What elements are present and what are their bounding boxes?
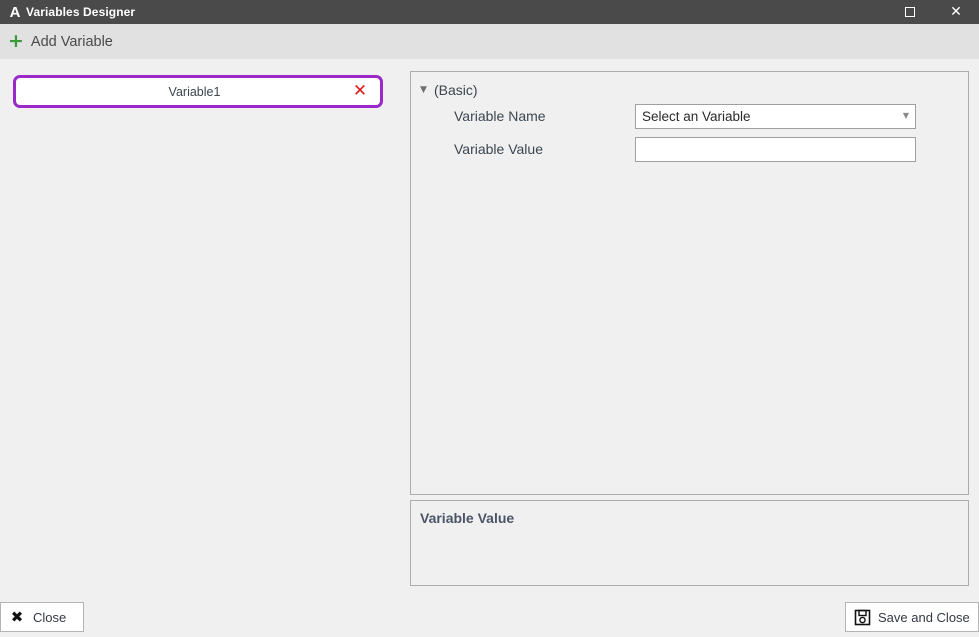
variable-name-dropdown[interactable]: Select an Variable ▼ — [635, 103, 916, 129]
properties-group-header[interactable]: ▼ (Basic) — [420, 82, 968, 98]
variable-name-label: Variable Name — [454, 108, 546, 124]
add-variable-button[interactable]: + Add Variable — [8, 32, 113, 51]
close-window-button[interactable]: ✕ — [933, 0, 979, 24]
property-row-variable-name: Variable Name Select an Variable ▼ — [411, 101, 968, 131]
save-and-close-button[interactable]: Save and Close — [845, 602, 979, 632]
app-letter-a-icon: A — [9, 3, 21, 21]
plus-icon: + — [8, 30, 24, 52]
variable-name-value: Select an Variable — [642, 108, 751, 124]
save-and-close-label: Save and Close — [878, 609, 970, 625]
floppy-disk-save-icon — [846, 609, 878, 626]
maximize-icon — [905, 7, 915, 17]
close-button-label: Close — [33, 609, 67, 625]
variable-value-label: Variable Value — [454, 141, 543, 157]
toolbar: + Add Variable — [0, 24, 979, 59]
footer-bar: ✖ Close Save and Close — [0, 592, 979, 637]
properties-group-label: (Basic) — [434, 82, 478, 98]
window-titlebar: A Variables Designer ✕ — [0, 0, 979, 24]
properties-grid: ▼ (Basic) Variable Name Select an Variab… — [410, 71, 969, 495]
list-item[interactable]: Variable1 ✕ — [13, 75, 383, 108]
description-panel: Variable Value — [410, 500, 969, 586]
property-row-variable-value: Variable Value — [411, 134, 968, 164]
maximize-button[interactable] — [887, 0, 933, 24]
window-title: Variables Designer — [26, 5, 136, 19]
variable-value-input[interactable] — [635, 136, 916, 162]
chevron-down-icon[interactable]: ▼ — [420, 85, 434, 95]
close-button[interactable]: ✖ Close — [0, 602, 84, 632]
x-icon: ✖ — [10, 607, 24, 626]
red-x-delete-icon[interactable]: ✕ — [347, 83, 373, 100]
variable-list-panel: Variable1 ✕ — [0, 59, 400, 592]
variable-item-label: Variable1 — [168, 84, 221, 99]
add-variable-label: Add Variable — [30, 33, 113, 50]
close-icon: ✕ — [950, 4, 962, 20]
chevron-down-icon[interactable]: ▼ — [897, 112, 915, 120]
description-title: Variable Value — [420, 510, 515, 526]
